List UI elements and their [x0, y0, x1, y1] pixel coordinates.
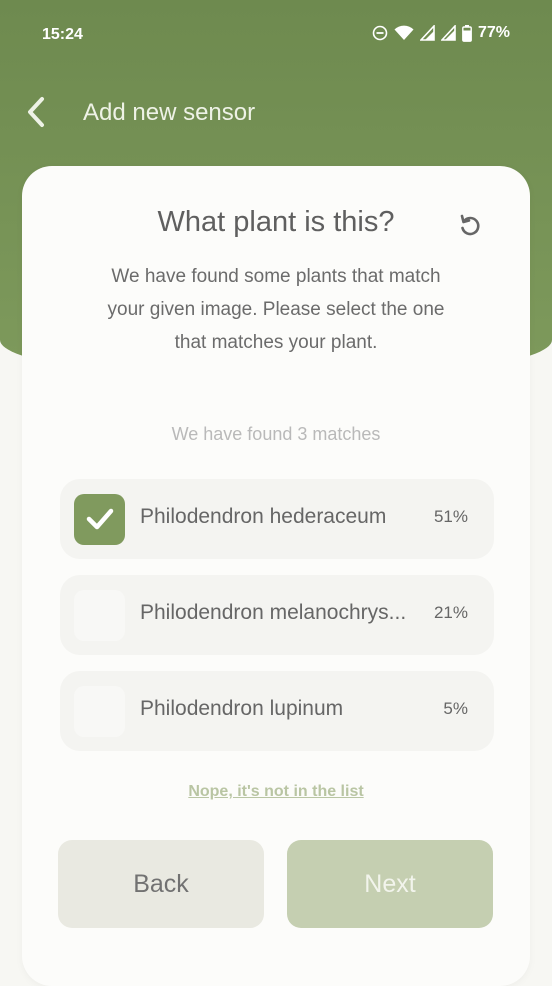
match-checkbox[interactable] — [74, 494, 125, 545]
match-item[interactable]: Philodendron hederaceum 51% — [60, 479, 494, 559]
signal-icon — [440, 25, 456, 41]
match-item[interactable]: Philodendron melanochrys... 21% — [60, 575, 494, 655]
signal-icon — [419, 25, 435, 41]
match-name: Philodendron hederaceum — [140, 505, 387, 528]
match-list: Philodendron hederaceum 51% Philodendron… — [60, 479, 494, 767]
checkmark-icon — [86, 508, 114, 530]
back-navigation-button[interactable] — [22, 94, 52, 130]
match-percent: 51% — [433, 507, 468, 526]
match-percent: 5% — [443, 699, 468, 718]
battery-icon — [462, 24, 472, 42]
next-button[interactable]: Next — [287, 840, 493, 928]
refresh-button[interactable] — [456, 212, 484, 240]
status-bar: 15:24 77% — [0, 0, 552, 70]
status-icons: 77% — [372, 24, 510, 42]
match-item[interactable]: Philodendron lupinum 5% — [60, 671, 494, 751]
back-button[interactable]: Back — [58, 840, 264, 928]
match-name: Philodendron lupinum — [140, 697, 344, 720]
chevron-left-icon — [28, 97, 44, 127]
battery-percent: 77% — [477, 24, 510, 41]
do-not-disturb-icon — [372, 25, 388, 41]
app-bar: Add new sensor — [0, 88, 552, 138]
match-percent: 21% — [433, 603, 468, 622]
match-checkbox[interactable] — [74, 590, 125, 641]
refresh-icon — [460, 214, 480, 236]
page-title: Add new sensor — [83, 99, 256, 126]
card-title: What plant is this? — [157, 206, 395, 238]
matches-found-text: We have found 3 matches — [171, 424, 381, 444]
plant-match-card: What plant is this? We have found some p… — [22, 166, 530, 986]
not-in-list-link[interactable]: Nope, it's not in the list — [22, 783, 530, 801]
match-name: Philodendron melanochrys... — [140, 601, 407, 624]
match-checkbox[interactable] — [74, 686, 125, 737]
status-time: 15:24 — [42, 26, 83, 43]
card-description: We have found some plants that match you… — [107, 266, 445, 353]
wifi-icon — [394, 25, 414, 40]
